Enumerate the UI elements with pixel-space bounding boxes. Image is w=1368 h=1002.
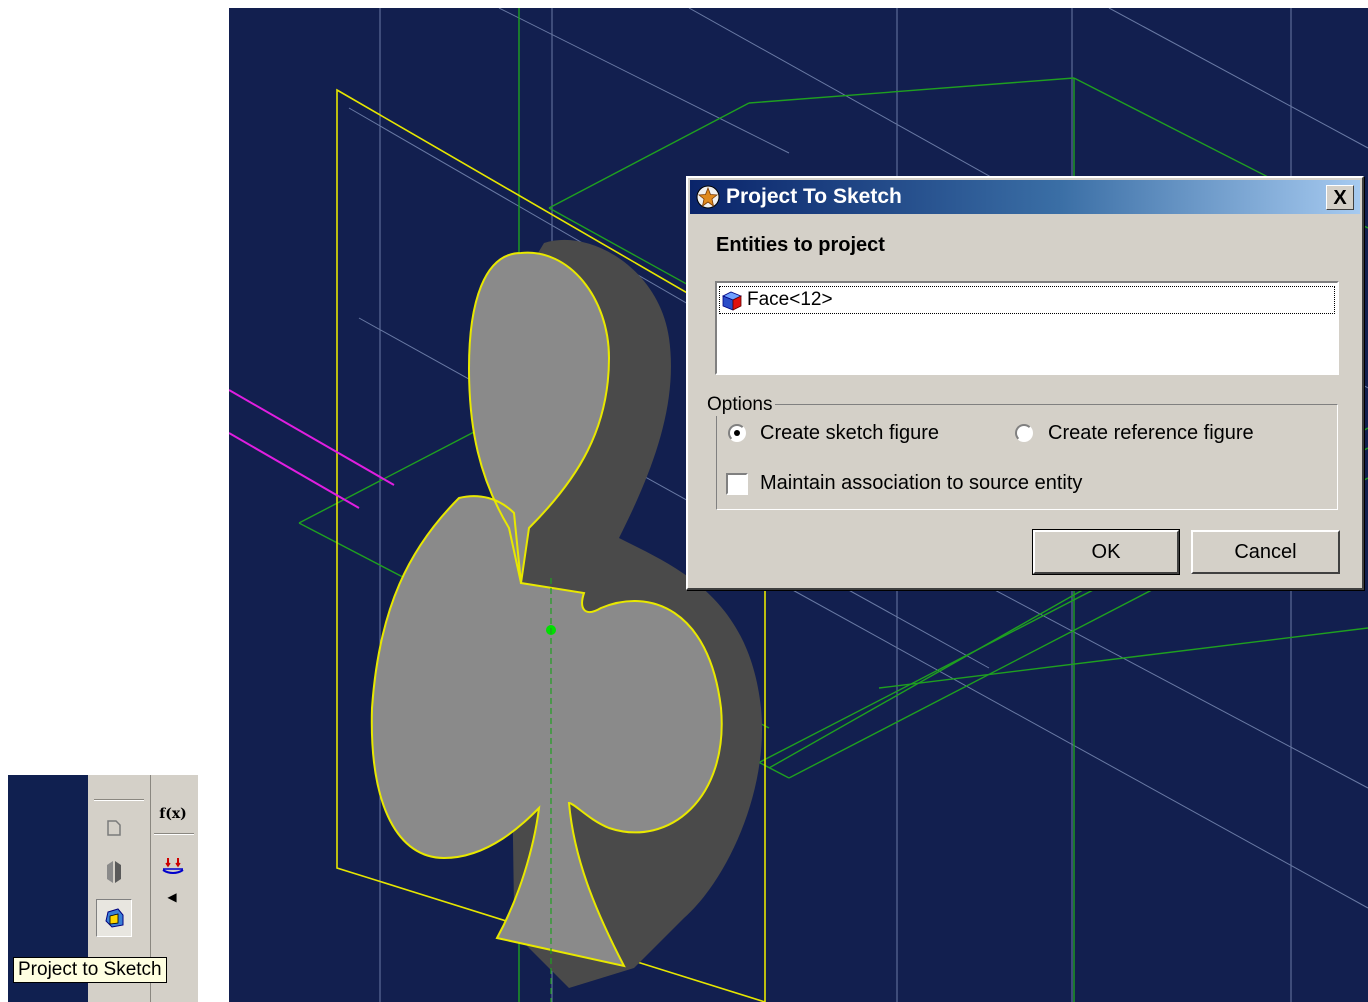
- entity-label: Face<12>: [747, 289, 833, 310]
- maintain-association-label[interactable]: Maintain association to source entity: [760, 472, 1082, 495]
- mirror-icon[interactable]: [100, 857, 128, 887]
- options-legend: Options: [704, 394, 776, 416]
- radio-reference-label[interactable]: Create reference figure: [1048, 422, 1254, 445]
- tooltip: Project to Sketch: [13, 957, 167, 983]
- magenta-lines: [229, 389, 395, 509]
- sketch-icon[interactable]: [100, 815, 128, 841]
- project-to-sketch-icon[interactable]: [96, 899, 132, 937]
- radio-reference-figure[interactable]: [1015, 424, 1033, 442]
- dialog-title: Project To Sketch: [726, 185, 902, 208]
- maintain-association-checkbox[interactable]: [726, 473, 748, 495]
- radio-sketch-figure[interactable]: [728, 424, 746, 442]
- list-item[interactable]: Face<12>: [719, 286, 1335, 314]
- toolbar-separator: [154, 833, 194, 835]
- dialog-titlebar[interactable]: Project To Sketch X: [690, 180, 1360, 214]
- close-button[interactable]: X: [1326, 185, 1354, 210]
- close-icon: X: [1333, 186, 1347, 209]
- entity-list[interactable]: Face<12>: [715, 281, 1339, 375]
- project-to-sketch-dialog: Project To Sketch X Entities to project …: [686, 176, 1364, 590]
- toolbar-separator: [94, 799, 144, 801]
- ok-button[interactable]: OK: [1032, 529, 1180, 575]
- formula-icon[interactable]: f(x): [155, 801, 191, 827]
- face-icon: [722, 291, 742, 311]
- dimension-icon[interactable]: [158, 853, 188, 881]
- radio-selected-dot: [734, 430, 740, 436]
- cancel-button[interactable]: Cancel: [1191, 530, 1340, 574]
- cancel-label: Cancel: [1234, 540, 1297, 563]
- more-arrow-icon[interactable]: ◀: [162, 887, 182, 907]
- formula-label: f(x): [159, 806, 187, 822]
- ok-label: OK: [1091, 540, 1121, 563]
- app-logo-icon: [696, 185, 720, 209]
- entities-label: Entities to project: [716, 234, 885, 256]
- radio-sketch-label[interactable]: Create sketch figure: [760, 422, 939, 445]
